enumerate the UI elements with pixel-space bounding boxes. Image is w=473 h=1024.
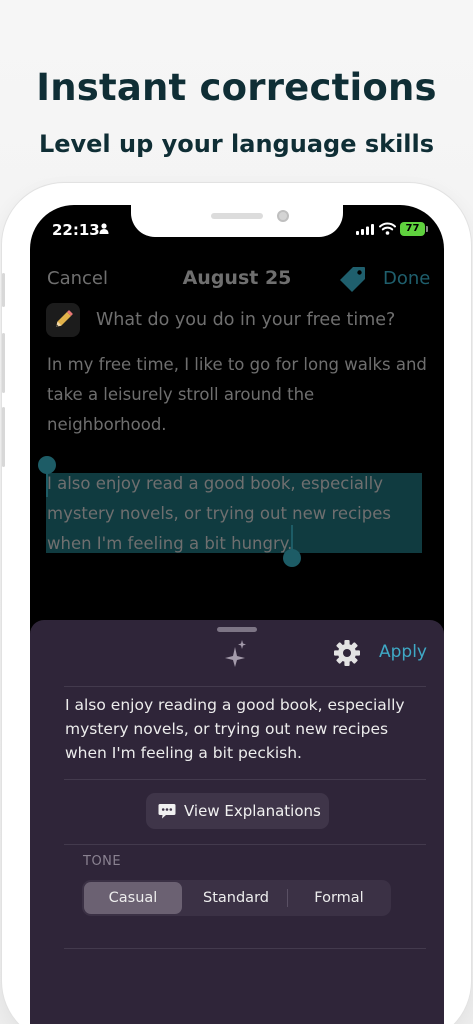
view-explanations-button[interactable]: View Explanations	[146, 793, 329, 829]
tone-option-standard[interactable]: Standard	[186, 882, 286, 914]
pencil-icon	[46, 303, 80, 337]
journal-prompt: What do you do in your free time?	[96, 310, 396, 330]
divider	[64, 948, 426, 949]
signal-icon	[356, 224, 374, 235]
tone-segmented-control: Casual Standard Formal	[82, 880, 391, 916]
wifi-icon	[379, 222, 396, 235]
gear-icon[interactable]	[333, 639, 361, 667]
sparkle-icon	[225, 640, 246, 667]
battery-tip	[426, 226, 428, 232]
tone-option-casual[interactable]: Casual	[84, 882, 182, 914]
entry-paragraph[interactable]: In my free time, I like to go for long w…	[47, 350, 427, 440]
sheet-grabber[interactable]	[217, 627, 257, 632]
promo-headline: Instant corrections	[36, 66, 437, 109]
apply-button[interactable]: Apply	[379, 642, 427, 662]
selection-start-handle-knob[interactable]	[38, 456, 56, 474]
selection-end-handle-knob[interactable]	[283, 549, 301, 567]
view-explanations-label: View Explanations	[184, 802, 321, 820]
person-icon	[99, 223, 109, 234]
status-time: 22:13	[52, 221, 100, 239]
promo-subheadline: Level up your language skills	[38, 130, 435, 158]
segment-separator	[287, 889, 288, 907]
corrected-text: I also enjoy reading a good book, especi…	[65, 696, 405, 762]
tone-option-formal[interactable]: Formal	[289, 882, 389, 914]
divider	[64, 779, 426, 780]
speaker	[211, 213, 263, 219]
correction-sheet: Apply I also enjoy reading a good book, …	[30, 620, 444, 1024]
notch	[131, 205, 343, 237]
selected-entry-paragraph[interactable]: I also enjoy read a good book, especiall…	[47, 469, 427, 559]
entry-date-title: August 25	[182, 267, 292, 289]
done-button[interactable]: Done	[383, 268, 430, 289]
divider	[64, 686, 426, 687]
tone-label: TONE	[83, 854, 122, 869]
phone-side-button	[2, 273, 5, 307]
phone-side-button	[2, 333, 5, 393]
speech-bubble-icon	[158, 804, 176, 819]
phone-side-button	[2, 407, 5, 467]
divider	[64, 844, 426, 845]
camera	[277, 210, 289, 222]
tag-icon[interactable]	[339, 265, 367, 293]
battery-indicator: 77	[400, 222, 425, 236]
phone-screen: 22:13 77 Cancel August 25 Done What do y…	[30, 205, 444, 1024]
